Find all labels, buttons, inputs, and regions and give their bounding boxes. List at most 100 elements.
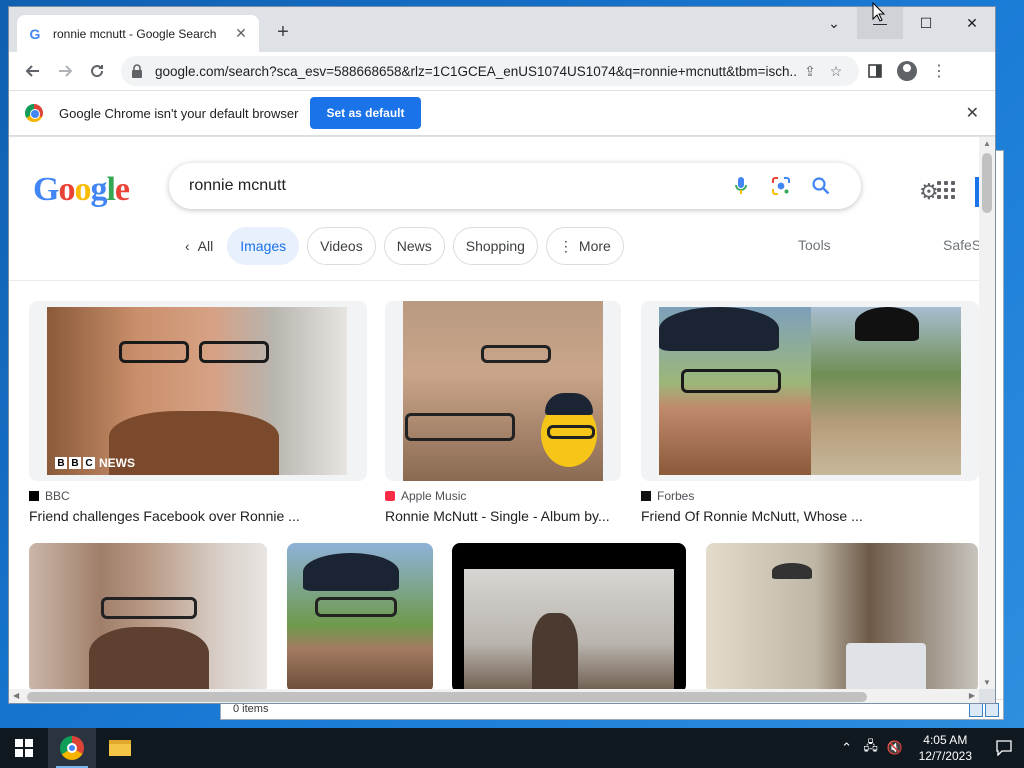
result-source[interactable]: Forbes (641, 489, 979, 503)
apple-music-favicon-icon (385, 491, 395, 501)
reload-button[interactable] (81, 55, 113, 87)
lock-icon[interactable] (131, 64, 145, 78)
result-thumbnail[interactable] (706, 543, 978, 689)
windows-taskbar: ⌃ 🖧 🔇 4:05 AM 12/7/2023 (0, 728, 1024, 768)
tab-strip: G ronnie mcnutt - Google Search ✕ + ⌄ — … (9, 7, 995, 52)
notifications-button[interactable] (984, 728, 1024, 768)
image-result-6[interactable] (452, 543, 686, 689)
clock-date: 12/7/2023 (918, 749, 972, 763)
folder-icon (109, 740, 131, 756)
maximize-button[interactable]: ☐ (903, 7, 949, 39)
image-result-5[interactable] (287, 543, 433, 689)
bbc-news-badge: B B C NEWS (55, 456, 135, 470)
browser-toolbar: google.com/search?sca_esv=588668658&rlz=… (9, 52, 995, 90)
tools-button[interactable]: Tools (798, 237, 831, 253)
side-panel-icon[interactable] (859, 55, 891, 87)
scroll-left-icon[interactable]: ◀ (13, 691, 19, 700)
clock[interactable]: 4:05 AM 12/7/2023 (907, 732, 984, 764)
result-thumbnail[interactable] (452, 543, 686, 689)
filter-more[interactable]: ⋮ More (545, 227, 624, 265)
volume-muted-icon[interactable]: 🔇 (883, 740, 907, 756)
default-browser-infobar: Google Chrome isn't your default browser… (9, 90, 995, 136)
network-icon[interactable]: 🖧 (859, 737, 883, 759)
taskbar-file-explorer[interactable] (96, 728, 144, 768)
result-source[interactable]: BBC (29, 489, 367, 503)
result-thumbnail[interactable] (641, 301, 979, 481)
more-dots-icon: ⋮ (558, 237, 573, 254)
profile-avatar-icon (897, 61, 917, 81)
result-thumbnail[interactable] (385, 301, 621, 481)
result-thumbnail[interactable] (287, 543, 433, 689)
image-result-2[interactable]: Apple Music Ronnie McNutt - Single - Alb… (385, 301, 621, 524)
back-arrow-icon (25, 65, 39, 77)
notification-icon (996, 740, 1012, 756)
bookmark-star-icon[interactable]: ☆ (823, 63, 849, 80)
mouse-cursor-icon (872, 2, 886, 22)
search-results-page: Google ronnie mcnutt ⚙ ‹ All Images Video… (9, 137, 979, 689)
vertical-scroll-thumb[interactable] (982, 153, 992, 213)
chrome-logo-icon (25, 104, 43, 122)
scroll-up-icon[interactable]: ▲ (983, 139, 991, 148)
voice-search-icon[interactable] (721, 176, 761, 196)
share-icon[interactable]: ⇪ (797, 63, 823, 80)
forward-arrow-icon (59, 65, 73, 77)
result-thumbnail[interactable]: B B C NEWS (29, 301, 367, 481)
filter-images[interactable]: Images (227, 227, 300, 265)
close-window-button[interactable]: ✕ (949, 7, 995, 39)
result-thumbnail[interactable] (29, 543, 267, 689)
clock-time: 4:05 AM (923, 733, 968, 747)
new-tab-button[interactable]: + (271, 21, 295, 45)
image-result-4[interactable] (29, 543, 267, 689)
divider (9, 280, 979, 281)
back-button[interactable] (17, 55, 49, 87)
google-apps-icon[interactable] (937, 181, 955, 199)
bbc-favicon-icon (29, 491, 39, 501)
windows-logo-icon (15, 739, 33, 757)
result-source[interactable]: Apple Music (385, 489, 621, 503)
filter-videos[interactable]: Videos (307, 227, 376, 265)
address-bar[interactable]: google.com/search?sca_esv=588668658&rlz=… (121, 56, 859, 86)
infobar-close-icon[interactable]: ✕ (966, 103, 979, 123)
tab-search-chevron-icon[interactable]: ⌄ (811, 7, 857, 39)
result-caption[interactable]: Friend Of Ronnie McNutt, Whose ... (641, 508, 979, 524)
explorer-item-count: 0 items (233, 703, 269, 715)
close-tab-icon[interactable]: ✕ (233, 25, 249, 42)
show-hidden-icons-chevron-icon[interactable]: ⌃ (835, 740, 859, 756)
filter-all[interactable]: ‹ All (179, 227, 220, 265)
safesearch-button[interactable]: SafeS (943, 237, 979, 253)
result-caption[interactable]: Friend challenges Facebook over Ronnie .… (29, 508, 367, 524)
scroll-right-icon[interactable]: ▶ (969, 691, 975, 700)
search-icon[interactable] (801, 177, 841, 195)
image-result-1[interactable]: B B C NEWS BBC Friend challenges Facebook o… (29, 301, 367, 524)
tab-google-search[interactable]: G ronnie mcnutt - Google Search ✕ (17, 15, 259, 52)
reload-icon (91, 65, 104, 78)
profile-button[interactable] (891, 55, 923, 87)
lens-search-icon[interactable] (761, 176, 801, 196)
search-filter-chips: ‹ All Images Videos News Shopping ⋮ More (179, 227, 624, 265)
result-caption[interactable]: Ronnie McNutt - Single - Album by... (385, 508, 621, 524)
scroll-down-icon[interactable]: ▼ (983, 678, 991, 687)
settings-gear-icon[interactable]: ⚙ (919, 179, 939, 205)
url-text[interactable]: google.com/search?sca_esv=588668658&rlz=… (155, 64, 797, 79)
horizontal-scrollbar[interactable]: ◀ ▶ (9, 689, 979, 703)
horizontal-scroll-thumb[interactable] (27, 692, 867, 702)
forward-button[interactable] (49, 55, 81, 87)
large-icons-view-icon[interactable] (985, 703, 999, 717)
search-box[interactable]: ronnie mcnutt (169, 163, 861, 209)
google-favicon-icon: G (29, 25, 41, 42)
infobar-message: Google Chrome isn't your default browser (59, 105, 299, 121)
search-query-input[interactable]: ronnie mcnutt (189, 177, 721, 195)
vertical-scrollbar[interactable]: ▲ ▼ (979, 137, 995, 689)
google-doodle-logo[interactable]: Google (33, 171, 130, 209)
image-result-7[interactable] (706, 543, 978, 689)
system-tray: ⌃ 🖧 🔇 4:05 AM 12/7/2023 (835, 728, 1024, 768)
image-result-3[interactable]: Forbes Friend Of Ronnie McNutt, Whose ..… (641, 301, 979, 524)
chrome-window: G ronnie mcnutt - Google Search ✕ + ⌄ — … (8, 6, 996, 704)
filter-shopping[interactable]: Shopping (452, 227, 538, 265)
start-button[interactable] (0, 728, 48, 768)
details-view-icon[interactable] (969, 703, 983, 717)
chrome-menu-icon[interactable]: ⋮ (923, 55, 955, 87)
filter-news[interactable]: News (383, 227, 445, 265)
set-as-default-button[interactable]: Set as default (310, 97, 421, 129)
taskbar-chrome[interactable] (48, 728, 96, 768)
